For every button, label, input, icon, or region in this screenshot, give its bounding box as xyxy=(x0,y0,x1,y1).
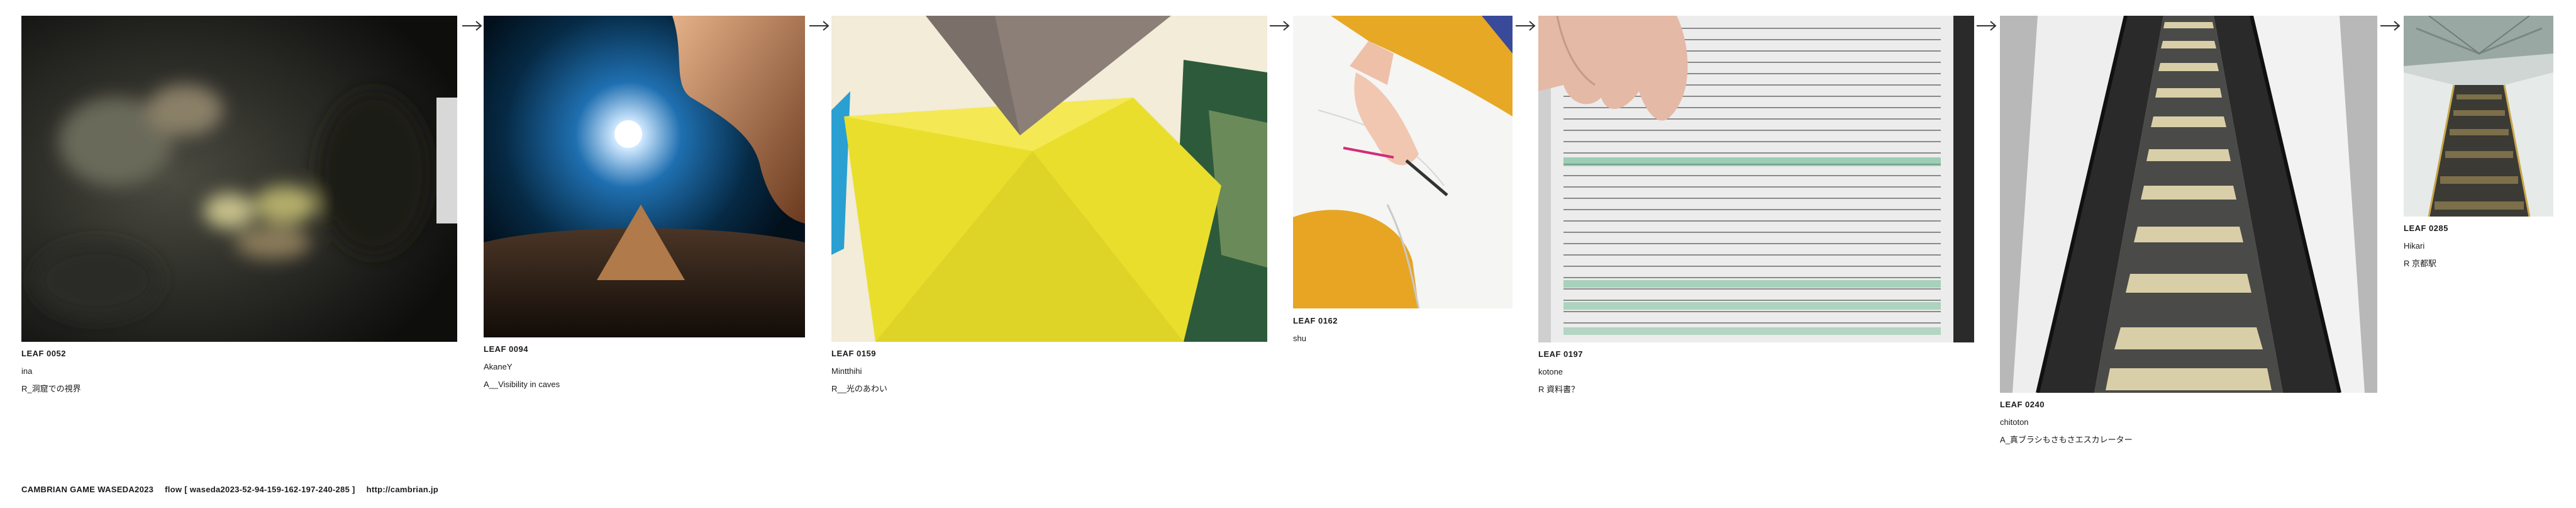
leaf-title[interactable]: A_真ブラシもさもさエスカレーター xyxy=(2000,431,2133,449)
leaf-author[interactable]: chitoton xyxy=(2000,414,2133,431)
leaf-title[interactable]: A__Visibility in caves xyxy=(484,376,560,393)
leaf-title[interactable]: R 資料書？ xyxy=(1538,381,1583,398)
right-arrow-icon xyxy=(2380,21,2401,31)
leaf-photo-0094[interactable] xyxy=(484,16,805,337)
right-arrow-icon xyxy=(1516,21,1536,31)
leaf-photo-0197[interactable] xyxy=(1538,16,1974,342)
leaf-id: LEAF 0052 xyxy=(21,349,66,358)
leaf-author[interactable]: ina xyxy=(21,363,81,380)
document-image xyxy=(1538,16,1974,342)
leaf-author[interactable]: Hikari xyxy=(2404,237,2448,255)
leaf-photo-0159[interactable] xyxy=(831,16,1267,342)
leaf-id: LEAF 0159 xyxy=(831,349,876,358)
leaf-id: LEAF 0197 xyxy=(1538,349,1583,359)
leaf-photo-0162[interactable] xyxy=(1293,16,1513,308)
leaf-title[interactable]: R 京都駅 xyxy=(2404,255,2448,273)
hand-drawing-image xyxy=(1293,16,1513,308)
leaf-author[interactable]: AkaneY xyxy=(484,358,560,376)
leaf-id: LEAF 0285 xyxy=(2404,223,2448,233)
yellow-paper-image xyxy=(831,16,1267,342)
leaf-title[interactable]: R_洞窟での視界 xyxy=(21,380,81,398)
leaf-id: LEAF 0162 xyxy=(1293,316,1338,325)
footer-flow: flow [ waseda2023-52-94-159-162-197-240-… xyxy=(165,485,355,494)
right-arrow-icon xyxy=(809,21,830,31)
leaf-author[interactable]: kotone xyxy=(1538,363,1583,381)
leaf-id: LEAF 0094 xyxy=(484,344,528,354)
footer-brand: CAMBRIAN GAME WASEDA2023 xyxy=(21,485,154,494)
leaf-title[interactable]: R__光のあわい xyxy=(831,380,887,398)
footer: CAMBRIAN GAME WASEDA2023 flow [ waseda20… xyxy=(21,485,447,494)
leaf-photo-0285[interactable] xyxy=(2404,16,2553,217)
escalator-image xyxy=(2000,16,2377,393)
leaf-photo-0052[interactable] xyxy=(21,16,457,342)
cave-photo-image xyxy=(21,16,457,342)
cave-light-image xyxy=(484,16,805,337)
leaf-id: LEAF 0240 xyxy=(2000,400,2045,409)
footer-url-link[interactable]: http://cambrian.jp xyxy=(367,485,438,494)
right-arrow-icon xyxy=(1270,21,1290,31)
kyoto-escalator-image xyxy=(2404,16,2553,217)
leaf-author[interactable]: shu xyxy=(1293,330,1338,347)
leaf-photo-0240[interactable] xyxy=(2000,16,2377,393)
right-arrow-icon xyxy=(462,21,482,31)
leaf-author[interactable]: Mintthihi xyxy=(831,363,887,380)
right-arrow-icon xyxy=(1977,21,1997,31)
